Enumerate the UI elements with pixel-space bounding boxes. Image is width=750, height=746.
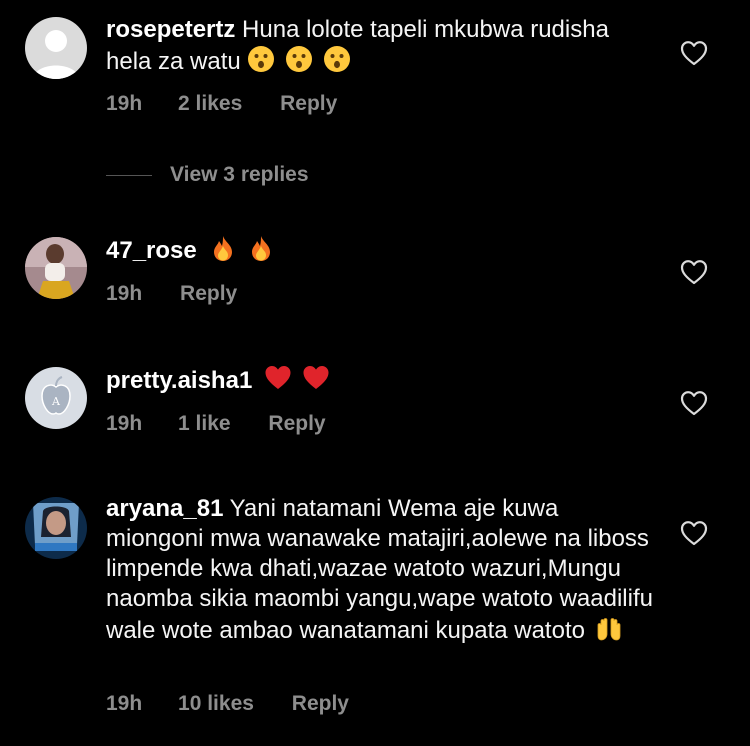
comment-meta: 19h 2 likes Reply: [106, 92, 337, 120]
avatar-47-rose[interactable]: [25, 237, 87, 299]
red-heart-emoji-icon: [265, 366, 291, 389]
comment-meta: 19h Reply: [106, 282, 237, 310]
raised-hands-emoji-icon: [597, 618, 621, 641]
username[interactable]: rosepetertz: [106, 16, 235, 43]
likes-count[interactable]: 2 likes: [178, 92, 242, 116]
view-replies-button[interactable]: View 3 replies: [106, 160, 309, 190]
red-heart-emoji-icon: [303, 366, 329, 389]
comment-body: rosepetertz Huna lolote tapeli mkubwa ru…: [106, 15, 654, 77]
comment-meta: 19h 1 like Reply: [106, 412, 326, 440]
like-heart-icon[interactable]: [680, 390, 708, 416]
likes-count[interactable]: 10 likes: [178, 692, 254, 716]
likes-count[interactable]: 1 like: [178, 412, 231, 436]
timestamp: 19h: [106, 92, 143, 115]
profile-photo-icon: [25, 497, 87, 559]
fire-emoji-icon: [251, 236, 270, 261]
like-heart-icon[interactable]: [680, 520, 708, 546]
comment-meta: 19h 10 likes Reply: [106, 692, 349, 720]
surprised-face-emoji-icon: [285, 46, 312, 72]
reply-button[interactable]: Reply: [292, 692, 349, 716]
reply-button[interactable]: Reply: [268, 412, 325, 436]
reply-button[interactable]: Reply: [280, 92, 337, 116]
timestamp: 19h: [106, 282, 143, 305]
surprised-face-emoji-icon: [247, 46, 274, 72]
timestamp: 19h: [106, 412, 143, 435]
comment-body: 47_rose: [106, 234, 654, 266]
view-replies-divider: [106, 174, 152, 176]
like-heart-icon[interactable]: [680, 40, 708, 66]
surprised-face-emoji-icon: [323, 46, 350, 72]
profile-photo-icon: [25, 237, 87, 299]
username[interactable]: 47_rose: [106, 237, 197, 264]
like-heart-icon[interactable]: [680, 259, 708, 285]
comment-body: pretty.aisha1: [106, 364, 654, 396]
comment-body: aryana_81 Yani natamani Wema aje kuwa mi…: [106, 494, 654, 646]
svg-text:A: A: [51, 395, 61, 408]
username[interactable]: aryana_81: [106, 495, 223, 522]
default-avatar-icon: [25, 17, 87, 79]
avatar-aryana-81[interactable]: [25, 497, 87, 559]
avatar-default[interactable]: [25, 17, 87, 79]
reply-button[interactable]: Reply: [180, 282, 237, 306]
apple-logo-avatar-icon: A: [25, 367, 87, 429]
timestamp: 19h: [106, 692, 143, 715]
avatar-pretty-aisha1[interactable]: A: [25, 367, 87, 429]
fire-emoji-icon: [213, 236, 232, 261]
view-replies-label: View 3 replies: [170, 163, 309, 186]
username[interactable]: pretty.aisha1: [106, 367, 252, 394]
